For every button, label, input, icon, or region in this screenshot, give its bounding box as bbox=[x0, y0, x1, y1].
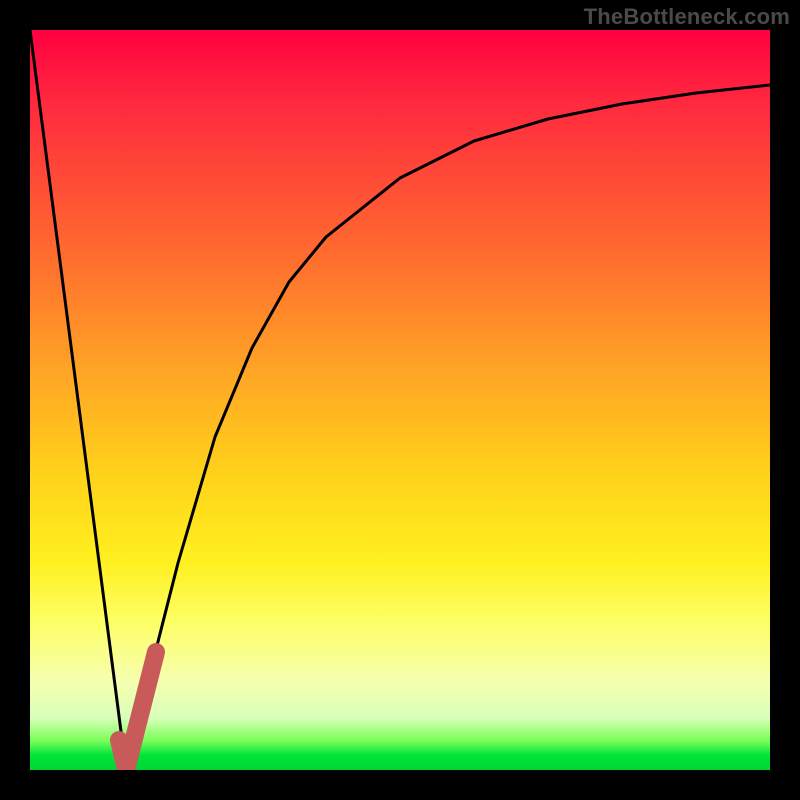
chart-svg bbox=[30, 30, 770, 770]
highlight-marker bbox=[119, 652, 156, 770]
curve-path bbox=[30, 30, 770, 770]
watermark-text: TheBottleneck.com bbox=[584, 4, 790, 30]
chart-frame: TheBottleneck.com bbox=[0, 0, 800, 800]
plot-area bbox=[30, 30, 770, 770]
